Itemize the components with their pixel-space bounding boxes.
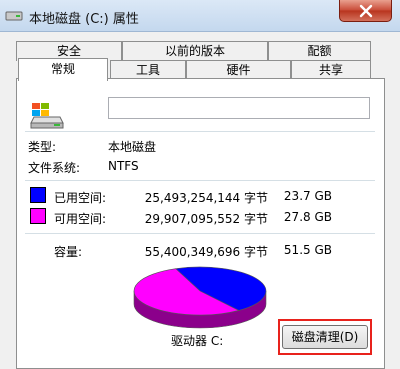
- tab-sharing[interactable]: 共享: [291, 60, 371, 80]
- tab-hardware[interactable]: 硬件: [186, 60, 291, 80]
- capacity-bytes: 55,400,349,696 字节: [144, 245, 268, 259]
- free-space-swatch: [30, 208, 46, 224]
- divider: [25, 233, 375, 234]
- hard-drive-icon: [30, 103, 64, 129]
- filesystem-label: 文件系统:: [28, 161, 81, 175]
- tab-tools[interactable]: 工具: [110, 60, 186, 80]
- used-space-bytes: 25,493,254,144 字节: [144, 191, 268, 205]
- free-space-size: 27.8 GB: [283, 210, 332, 224]
- tab-general[interactable]: 常规: [18, 58, 108, 81]
- tab-previous-versions[interactable]: 以前的版本: [122, 41, 268, 61]
- title-bar: 本地磁盘 (C:) 属性: [0, 0, 400, 32]
- tab-quota[interactable]: 配额: [268, 41, 371, 61]
- divider: [25, 180, 375, 181]
- capacity-label: 容量:: [54, 245, 83, 259]
- drive-icon: [5, 11, 23, 21]
- used-space-label: 已用空间:: [54, 191, 107, 205]
- type-label: 类型:: [28, 140, 57, 154]
- free-space-bytes: 29,907,095,552 字节: [144, 212, 268, 226]
- drive-name-field[interactable]: [108, 97, 370, 119]
- close-button[interactable]: [339, 0, 392, 22]
- window-title: 本地磁盘 (C:) 属性: [29, 12, 139, 27]
- close-icon: [359, 4, 373, 18]
- drive-label: 驱动器 C:: [171, 334, 224, 348]
- type-value: 本地磁盘: [108, 140, 157, 154]
- disk-cleanup-button[interactable]: 磁盘清理(D): [282, 325, 368, 349]
- filesystem-value: NTFS: [108, 159, 139, 173]
- used-space-swatch: [30, 187, 46, 203]
- disk-usage-pie-chart: [133, 266, 267, 329]
- divider: [25, 131, 375, 132]
- capacity-size: 51.5 GB: [283, 243, 332, 257]
- used-space-size: 23.7 GB: [283, 189, 332, 203]
- free-space-label: 可用空间:: [54, 212, 107, 226]
